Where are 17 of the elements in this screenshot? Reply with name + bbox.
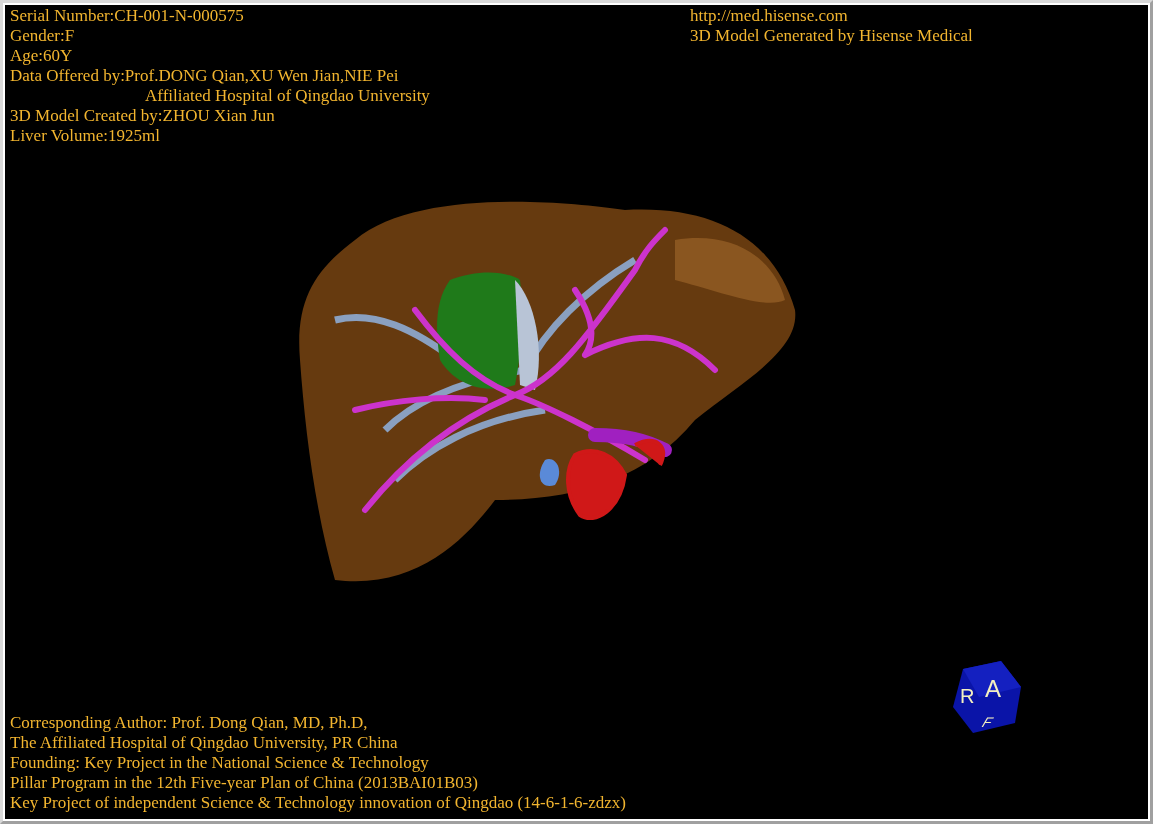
cube-face-label: A [985,675,1001,702]
info-text: Founding: Key Project in the National Science & Technology [10,753,429,773]
info-text: Serial Number:CH-001-N-000575 [10,6,244,26]
info-text: Corresponding Author: Prof. Dong Qian, MD, Ph.D, [10,713,368,733]
info-text: 3D Model Generated by Hisense Medical [690,26,973,46]
info-text: Affiliated Hospital of Qingdao University [144,86,430,106]
cube-face-label: F [979,714,997,730]
info-text: Key Project of independent Science & Technology innovation of Qingdao (14-6-1-6-zdzx) [10,793,626,813]
info-text: http://med.hisense.com [690,6,848,26]
info-text: Data Offered by:Prof.DONG Qian,XU Wen Jian,NIE Pei [10,66,399,86]
info-text: Age:60Y [10,46,73,66]
info-text: The Affiliated Hospital of Qingdao University, PR China [10,733,398,753]
info-text: 3D Model Created by:ZHOU Xian Jun [10,106,275,126]
info-text: Gender:F [10,26,75,46]
cube-face-label: R [960,685,975,707]
info-text: Liver Volume:1925ml [10,126,160,146]
info-text: Pillar Program in the 12th Five-year Plan of China (2013BAI01B03) [10,773,478,793]
